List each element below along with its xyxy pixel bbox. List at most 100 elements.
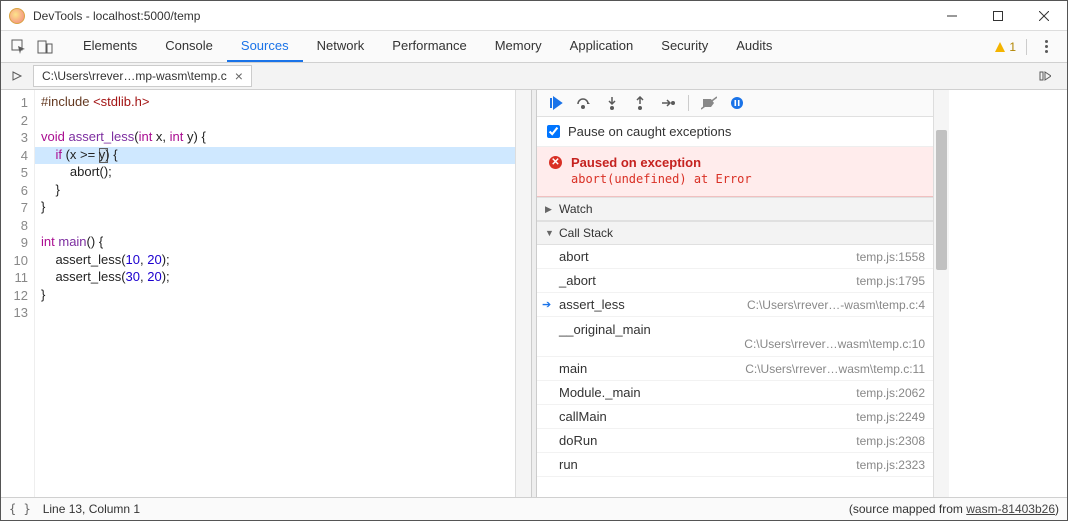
warning-count: 1 bbox=[1009, 40, 1016, 54]
step-button[interactable] bbox=[657, 92, 679, 114]
step-over-icon bbox=[576, 96, 592, 110]
callstack-section-header[interactable]: ▼ Call Stack bbox=[537, 221, 933, 245]
tab-performance[interactable]: Performance bbox=[378, 31, 480, 62]
more-menu-button[interactable] bbox=[1037, 40, 1055, 53]
tab-security[interactable]: Security bbox=[647, 31, 722, 62]
code-text: #include <stdlib.h> void assert_less(int… bbox=[41, 94, 515, 322]
frame-location: C:\Users\rrever…-wasm\temp.c:4 bbox=[747, 298, 925, 312]
window-title: DevTools - localhost:5000/temp bbox=[33, 9, 929, 23]
maximize-icon bbox=[993, 11, 1003, 21]
stack-frame[interactable]: _aborttemp.js:1795 bbox=[537, 269, 933, 293]
pause-on-caught-row: Pause on caught exceptions bbox=[537, 117, 933, 147]
paused-message: abort(undefined) at Error bbox=[571, 172, 921, 186]
file-tab[interactable]: C:\Users\rrever…mp-wasm\temp.c × bbox=[33, 65, 252, 87]
tab-network[interactable]: Network bbox=[303, 31, 379, 62]
cursor-position: Line 13, Column 1 bbox=[43, 502, 140, 516]
app-icon bbox=[9, 8, 25, 24]
frame-name: run bbox=[559, 457, 578, 472]
stack-frame[interactable]: doRun temp.js:2308 bbox=[537, 429, 933, 453]
main-toolbar: Elements Console Sources Network Perform… bbox=[1, 31, 1067, 63]
close-icon bbox=[1039, 11, 1049, 21]
pause-on-caught-checkbox[interactable] bbox=[547, 125, 560, 138]
toolbar-separator bbox=[1026, 39, 1027, 55]
pause-exceptions-button[interactable] bbox=[726, 92, 748, 114]
paused-banner: ✕ Paused on exception abort(undefined) a… bbox=[537, 147, 933, 197]
warning-badge[interactable]: 1 bbox=[994, 40, 1016, 54]
callstack-label: Call Stack bbox=[559, 226, 613, 240]
minimize-button[interactable] bbox=[929, 1, 975, 30]
step-into-button[interactable] bbox=[601, 92, 623, 114]
stack-frame[interactable]: run temp.js:2323 bbox=[537, 453, 933, 477]
stack-frame[interactable]: callMain temp.js:2249 bbox=[537, 405, 933, 429]
tab-audits[interactable]: Audits bbox=[722, 31, 786, 62]
minimize-icon bbox=[947, 11, 957, 21]
code-area[interactable]: #include <stdlib.h> void assert_less(int… bbox=[35, 90, 515, 497]
current-frame-icon: ➔ bbox=[542, 298, 551, 311]
device-icon bbox=[37, 39, 53, 55]
editor-scrollbar[interactable] bbox=[515, 90, 531, 497]
run-icon bbox=[1039, 70, 1051, 82]
frame-location: temp.js:2249 bbox=[856, 410, 925, 424]
paused-title: Paused on exception bbox=[571, 155, 921, 170]
pause-icon bbox=[730, 96, 744, 110]
run-snippet-button[interactable] bbox=[1035, 66, 1055, 86]
navigator-toggle-button[interactable] bbox=[7, 66, 27, 86]
stack-frame[interactable]: abort temp.js:1558 bbox=[537, 245, 933, 269]
pretty-print-button[interactable]: { } bbox=[9, 502, 31, 516]
device-toolbar-button[interactable] bbox=[33, 35, 57, 59]
resume-button[interactable] bbox=[545, 92, 567, 114]
watch-section-header[interactable]: ▶ Watch bbox=[537, 197, 933, 221]
stack-frame[interactable]: __original_mainC:\Users\rrever…wasm\temp… bbox=[537, 317, 933, 357]
watch-label: Watch bbox=[559, 202, 593, 216]
debugger-sidebar: Pause on caught exceptions ✕ Paused on e… bbox=[537, 90, 933, 497]
source-editor[interactable]: 12345678910111213 #include <stdlib.h> vo… bbox=[1, 90, 531, 497]
stack-frame[interactable]: ➔ assert_less C:\Users\rrever…-wasm\temp.c… bbox=[537, 293, 933, 317]
pause-on-caught-label: Pause on caught exceptions bbox=[568, 124, 731, 139]
frame-name: Module._main bbox=[559, 385, 641, 400]
frame-name: main bbox=[559, 361, 587, 376]
maximize-button[interactable] bbox=[975, 1, 1021, 30]
frame-name: abort bbox=[559, 249, 589, 264]
frame-name: doRun bbox=[559, 433, 597, 448]
scroll-thumb[interactable] bbox=[936, 130, 947, 270]
frame-name: __original_main bbox=[559, 322, 651, 337]
navigator-icon bbox=[11, 70, 23, 82]
window-controls bbox=[929, 1, 1067, 30]
frame-name: assert_less bbox=[559, 297, 625, 312]
titlebar: DevTools - localhost:5000/temp bbox=[1, 1, 1067, 31]
file-tab-bar: C:\Users\rrever…mp-wasm\temp.c × bbox=[1, 63, 1067, 90]
content-area: 12345678910111213 #include <stdlib.h> vo… bbox=[1, 90, 1067, 497]
deactivate-breakpoints-button[interactable] bbox=[698, 92, 720, 114]
file-tab-path: C:\Users\rrever…mp-wasm\temp.c bbox=[42, 69, 227, 83]
line-gutter: 12345678910111213 bbox=[1, 90, 35, 497]
frame-name: callMain bbox=[559, 409, 607, 424]
sidebar-scrollbar[interactable] bbox=[933, 90, 949, 497]
file-tab-close-button[interactable]: × bbox=[235, 69, 243, 83]
resume-icon bbox=[549, 96, 563, 110]
inspect-icon bbox=[11, 39, 27, 55]
status-bar: { } Line 13, Column 1 (source mapped fro… bbox=[1, 497, 1067, 520]
inspect-element-button[interactable] bbox=[7, 35, 31, 59]
frame-location: temp.js:1558 bbox=[856, 250, 925, 264]
tab-memory[interactable]: Memory bbox=[481, 31, 556, 62]
toolbar-right: 1 bbox=[994, 39, 1061, 55]
source-map-link[interactable]: wasm-81403b26 bbox=[966, 502, 1055, 516]
tab-sources[interactable]: Sources bbox=[227, 31, 303, 62]
stack-frame[interactable]: mainC:\Users\rrever…wasm\temp.c:11 bbox=[537, 357, 933, 381]
source-map-info: (source mapped from wasm-81403b26) bbox=[849, 502, 1059, 516]
tab-application[interactable]: Application bbox=[556, 31, 648, 62]
frame-location: temp.js:2323 bbox=[856, 458, 925, 472]
step-out-button[interactable] bbox=[629, 92, 651, 114]
call-stack-list: abort temp.js:1558 _aborttemp.js:1795 ➔ asse… bbox=[537, 245, 933, 497]
frame-location: temp.js:1795 bbox=[856, 274, 925, 288]
chevron-down-icon: ▼ bbox=[545, 228, 555, 238]
stack-frame[interactable]: Module._maintemp.js:2062 bbox=[537, 381, 933, 405]
deactivate-breakpoints-icon bbox=[701, 96, 717, 110]
close-button[interactable] bbox=[1021, 1, 1067, 30]
step-icon bbox=[660, 96, 676, 110]
frame-location: temp.js:2308 bbox=[856, 434, 925, 448]
warning-icon bbox=[994, 41, 1006, 53]
tab-console[interactable]: Console bbox=[151, 31, 227, 62]
step-over-button[interactable] bbox=[573, 92, 595, 114]
tab-elements[interactable]: Elements bbox=[69, 31, 151, 62]
